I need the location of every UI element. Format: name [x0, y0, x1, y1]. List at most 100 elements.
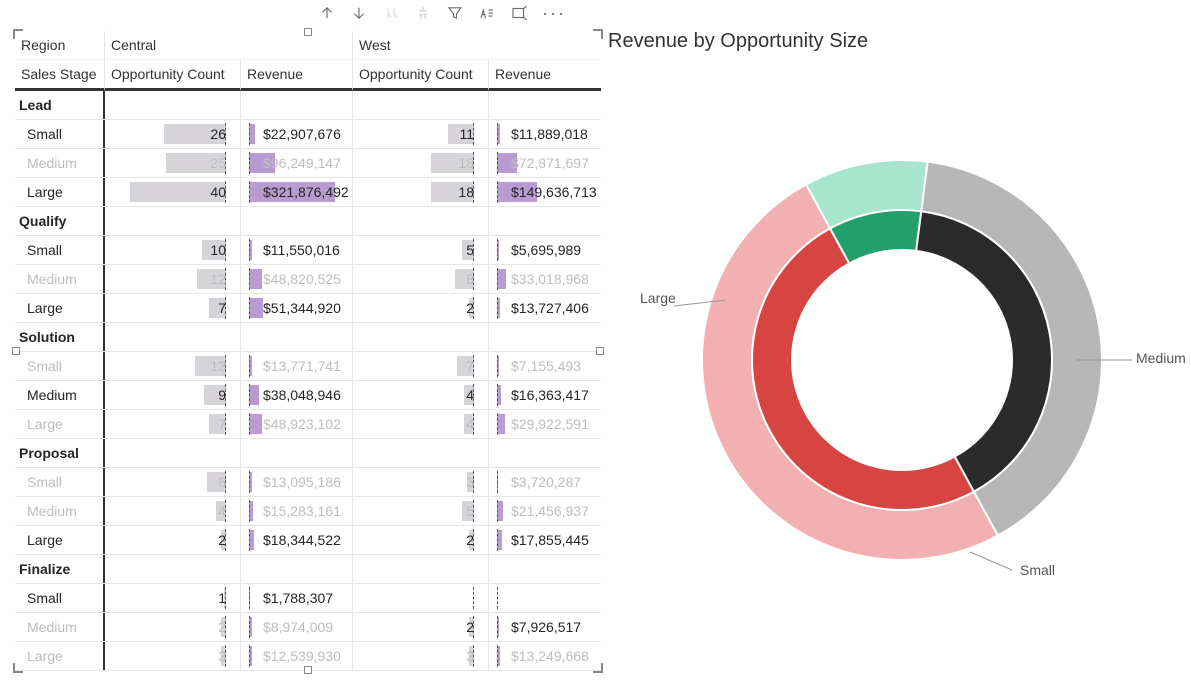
opportunity-count-cell[interactable]: 2 [353, 613, 489, 641]
opportunity-count-cell[interactable]: 4 [353, 410, 489, 438]
opportunity-count-cell[interactable]: 4 [353, 381, 489, 409]
revenue-cell[interactable]: $48,923,102 [241, 410, 353, 438]
opportunity-count-cell[interactable]: 8 [353, 265, 489, 293]
revenue-cell[interactable]: $3,720,287 [489, 468, 601, 496]
opportunity-count-cell[interactable]: 10 [105, 236, 241, 264]
focus-mode-icon[interactable] [508, 2, 530, 24]
opportunity-count-cell[interactable]: 5 [353, 236, 489, 264]
row-header[interactable]: Small [15, 352, 105, 380]
opportunity-count-cell[interactable]: 13 [105, 352, 241, 380]
revenue-cell[interactable]: $12,539,930 [241, 642, 353, 670]
row-header[interactable]: Medium [15, 149, 105, 177]
metric-header[interactable]: Revenue [241, 60, 353, 91]
revenue-cell[interactable]: $11,889,018 [489, 120, 601, 148]
opportunity-count-cell[interactable]: 5 [353, 497, 489, 525]
row-header[interactable]: Large [15, 642, 105, 670]
row-header[interactable]: Large [15, 526, 105, 554]
revenue-cell[interactable]: $15,283,161 [241, 497, 353, 525]
row-header[interactable]: Medium [15, 613, 105, 641]
opportunity-count-cell[interactable]: 2 [353, 526, 489, 554]
opportunity-count-cell[interactable]: 9 [105, 381, 241, 409]
opportunity-count-cell[interactable]: 40 [105, 178, 241, 206]
revenue-cell[interactable]: $96,249,147 [241, 149, 353, 177]
metric-header[interactable]: Opportunity Count [105, 60, 241, 91]
revenue-cell[interactable] [489, 584, 601, 612]
revenue-cell[interactable]: $5,695,989 [489, 236, 601, 264]
opportunity-count-cell[interactable]: 18 [353, 149, 489, 177]
opportunity-count-cell[interactable]: 7 [105, 410, 241, 438]
revenue-cell[interactable]: $21,456,937 [489, 497, 601, 525]
region-header[interactable]: West [353, 31, 601, 60]
revenue-cell[interactable]: $38,048,946 [241, 381, 353, 409]
opportunity-count-cell[interactable]: 2 [353, 294, 489, 322]
opportunity-count-cell[interactable]: 2 [353, 642, 489, 670]
group-row-header[interactable]: Lead [15, 91, 105, 119]
opportunity-count-cell[interactable]: 8 [105, 468, 241, 496]
row-header[interactable]: Large [15, 410, 105, 438]
row-header[interactable]: Medium [15, 265, 105, 293]
region-header[interactable]: Central [105, 31, 353, 60]
revenue-cell[interactable]: $17,855,445 [489, 526, 601, 554]
opportunity-count-cell[interactable]: 12 [105, 265, 241, 293]
leader-line [970, 552, 1012, 570]
expand-down-icon[interactable] [412, 2, 434, 24]
opportunity-count-cell[interactable]: 7 [353, 352, 489, 380]
revenue-cell[interactable]: $18,344,522 [241, 526, 353, 554]
row-header[interactable]: Large [15, 294, 105, 322]
opportunity-count-cell[interactable]: 4 [105, 497, 241, 525]
revenue-cell[interactable]: $11,550,016 [241, 236, 353, 264]
revenue-cell[interactable]: $13,727,406 [489, 294, 601, 322]
revenue-cell[interactable]: $29,922,591 [489, 410, 601, 438]
row-header[interactable]: Small [15, 236, 105, 264]
corner-stage-label: Sales Stage [15, 60, 105, 91]
opportunity-count-cell[interactable]: 25 [105, 149, 241, 177]
revenue-cell[interactable]: $33,018,968 [489, 265, 601, 293]
drill-up-icon[interactable] [316, 2, 338, 24]
revenue-cell[interactable]: $149,636,713 [489, 178, 601, 206]
revenue-cell[interactable]: $51,344,920 [241, 294, 353, 322]
row-header[interactable]: Medium [15, 381, 105, 409]
group-row-header[interactable]: Finalize [15, 555, 105, 583]
opportunity-count-cell[interactable]: 26 [105, 120, 241, 148]
opportunity-count-cell[interactable]: 2 [105, 613, 241, 641]
revenue-cell[interactable]: $7,926,517 [489, 613, 601, 641]
opportunity-count-cell[interactable]: 3 [353, 468, 489, 496]
group-row-header[interactable]: Proposal [15, 439, 105, 467]
opportunity-count-cell[interactable]: 11 [353, 120, 489, 148]
revenue-cell[interactable]: $48,820,525 [241, 265, 353, 293]
group-row-header[interactable]: Solution [15, 323, 105, 351]
row-header[interactable]: Small [15, 120, 105, 148]
group-row-header[interactable]: Qualify [15, 207, 105, 235]
revenue-cell[interactable]: $7,155,493 [489, 352, 601, 380]
revenue-cell[interactable]: $1,788,307 [241, 584, 353, 612]
metric-header[interactable]: Revenue [489, 60, 601, 91]
donut-label-large: Large [640, 290, 676, 306]
row-header[interactable]: Large [15, 178, 105, 206]
revenue-cell[interactable]: $13,249,668 [489, 642, 601, 670]
revenue-cell[interactable]: $321,876,492 [241, 178, 353, 206]
opportunity-count-cell[interactable]: 18 [353, 178, 489, 206]
revenue-cell[interactable]: $8,974,009 [241, 613, 353, 641]
revenue-cell[interactable]: $22,907,676 [241, 120, 353, 148]
drill-hierarchy-icon[interactable] [380, 2, 402, 24]
more-options-icon[interactable]: ··· [540, 3, 566, 24]
metric-header[interactable]: Opportunity Count [353, 60, 489, 91]
opportunity-count-cell[interactable]: 1 [105, 584, 241, 612]
opportunity-count-cell[interactable]: 2 [105, 642, 241, 670]
revenue-cell[interactable]: $16,363,417 [489, 381, 601, 409]
donut-chart[interactable] [632, 80, 1191, 640]
row-header[interactable]: Medium [15, 497, 105, 525]
row-header[interactable]: Small [15, 468, 105, 496]
spotlight-icon[interactable] [476, 2, 498, 24]
revenue-cell[interactable]: $13,771,741 [241, 352, 353, 380]
visual-toolbar: ··· [316, 2, 566, 24]
matrix-visual[interactable]: Region Central West Sales Stage Opportun… [14, 30, 602, 672]
opportunity-count-cell[interactable]: 2 [105, 526, 241, 554]
revenue-cell[interactable]: $13,095,186 [241, 468, 353, 496]
drill-down-icon[interactable] [348, 2, 370, 24]
filter-icon[interactable] [444, 2, 466, 24]
opportunity-count-cell[interactable]: 7 [105, 294, 241, 322]
revenue-cell[interactable]: $72,871,697 [489, 149, 601, 177]
row-header[interactable]: Small [15, 584, 105, 612]
opportunity-count-cell[interactable] [353, 584, 489, 612]
